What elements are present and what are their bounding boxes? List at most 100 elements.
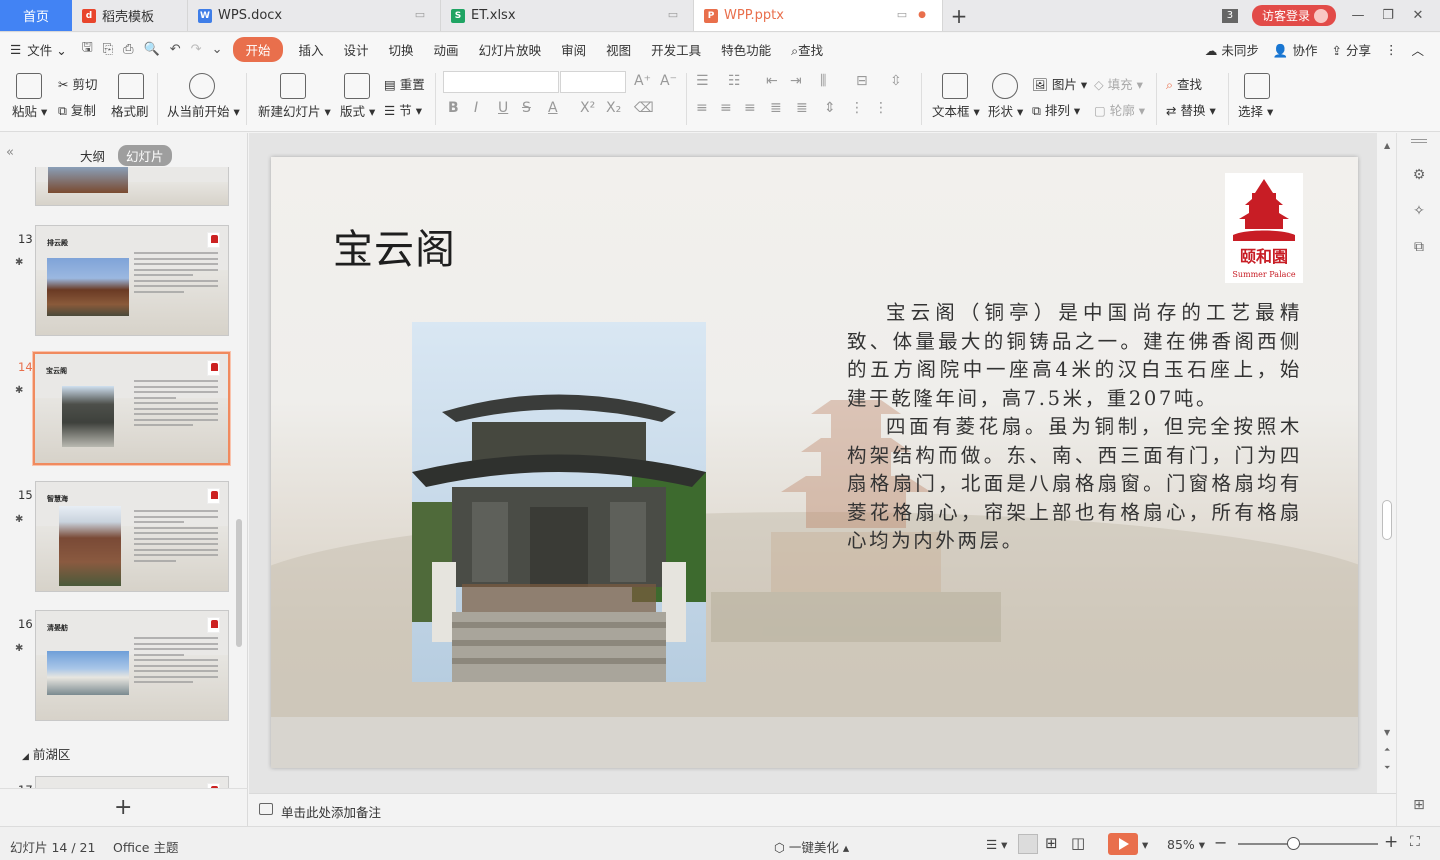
zoom-in-icon[interactable]: + (1384, 832, 1398, 852)
reading-view-icon[interactable]: ◫ (1071, 834, 1085, 852)
slide-thumbnail-selected[interactable]: 宝云阁 (33, 352, 230, 465)
outline-button[interactable]: ▢ 轮廓 ▾ (1094, 100, 1145, 119)
search-command[interactable]: ⌕查找 (781, 40, 833, 59)
select-icon[interactable] (1244, 73, 1270, 99)
format-painter-button[interactable]: 格式刷 (111, 101, 149, 120)
collab-button[interactable]: 👤 协作 (1273, 40, 1318, 59)
tab-design[interactable]: 设计 (334, 40, 379, 59)
slide-thumbnail[interactable]: 智慧海 (35, 481, 229, 592)
para-settings-icon[interactable]: ⋮ (874, 100, 888, 116)
line-spacing-icon[interactable]: ⇳ (890, 73, 902, 89)
increase-font-icon[interactable]: A⁺ (634, 73, 651, 89)
float-window-icon[interactable]: ▭ (667, 9, 679, 21)
print-icon[interactable]: ⎙ (118, 42, 138, 57)
slide[interactable]: 宝云阁 颐和園 Summer Palace 宝云阁（铜亭）是中国尚存的工艺最精致… (271, 157, 1358, 768)
window-count-badge[interactable]: 3 (1221, 8, 1238, 23)
zoom-level[interactable]: 85% ▾ (1167, 837, 1205, 852)
slide-thumbnail[interactable]: 排云殿 (35, 225, 229, 336)
share-button[interactable]: ⇪ 分享 (1332, 40, 1371, 59)
scroll-up-icon[interactable]: ▲ (1384, 141, 1390, 150)
tab-features[interactable]: 特色功能 (711, 40, 781, 59)
notes-toggle-icon[interactable]: ☰ ▾ (986, 837, 1007, 852)
file-menu[interactable]: 文件 ⌄ (23, 40, 76, 59)
font-size-select[interactable] (560, 71, 626, 93)
slide-body-text[interactable]: 宝云阁（铜亭）是中国尚存的工艺最精致、体量最大的铜铸品之一。建在佛香阁西侧的五方… (847, 299, 1302, 556)
tab-outline[interactable]: 大纲 (72, 145, 113, 166)
play-from-current-icon[interactable] (189, 73, 215, 99)
redo-icon[interactable]: ↷ (186, 42, 207, 57)
tab-start[interactable]: 开始 (233, 36, 283, 62)
shape-button[interactable]: 形状 ▾ (988, 101, 1023, 120)
star-icon[interactable]: ✧ (1411, 203, 1427, 219)
tab-view[interactable]: 视图 (596, 40, 641, 59)
new-slide-icon[interactable] (280, 73, 306, 99)
underline-icon[interactable]: U (498, 100, 508, 116)
tab-wpp-pptx[interactable]: P WPP.pptx ▭ ● (694, 0, 943, 31)
layout-icon[interactable] (344, 73, 370, 99)
para-spacing-icon[interactable]: ⇕ (824, 100, 836, 116)
zoom-out-icon[interactable]: − (1214, 833, 1227, 852)
slide-thumbnail[interactable]: 清晏舫 (35, 610, 229, 721)
section-button[interactable]: ☰ 节 ▾ (384, 100, 422, 119)
strikethrough-icon[interactable]: S (522, 100, 531, 116)
theme-name[interactable]: Office 主题 (113, 837, 178, 856)
notes-pane[interactable]: 单击此处添加备注 (249, 793, 1396, 826)
add-slide-button[interactable]: + (114, 795, 132, 820)
subscript-icon[interactable]: X₂ (606, 100, 621, 116)
tab-wps-docx[interactable]: W WPS.docx ▭ (188, 0, 441, 31)
textbox-icon[interactable] (942, 73, 968, 99)
font-family-select[interactable] (443, 71, 559, 93)
bullet-list-icon[interactable]: ☰ (696, 73, 709, 89)
notes-placeholder[interactable]: 单击此处添加备注 (281, 802, 381, 821)
export-pdf-icon[interactable]: ⎘ (98, 42, 118, 57)
sync-status[interactable]: ☁ 未同步 (1205, 40, 1259, 59)
undo-icon[interactable]: ↶ (165, 42, 186, 57)
zoom-slider-knob[interactable] (1287, 837, 1300, 850)
columns-icon[interactable]: ⋮ (850, 100, 864, 116)
indent-icon[interactable]: ⇥ (790, 73, 802, 89)
grid-icon[interactable]: ⊞ (1411, 797, 1427, 813)
collapse-ribbon-icon[interactable]: ︿ (1411, 40, 1424, 59)
new-tab-button[interactable]: + (943, 0, 975, 31)
clear-format-icon[interactable]: ⌫ (634, 100, 654, 116)
format-painter-icon[interactable] (118, 73, 144, 99)
print-preview-icon[interactable]: 🔍 (139, 42, 165, 57)
next-slide-icon[interactable]: ⏷ (1384, 763, 1390, 773)
minimize-icon[interactable]: — (1350, 8, 1366, 23)
tab-slideshow[interactable]: 幻灯片放映 (469, 40, 552, 59)
textbox-button[interactable]: 文本框 ▾ (932, 101, 980, 120)
tab-review[interactable]: 审阅 (551, 40, 596, 59)
login-button[interactable]: 访客登录 (1251, 5, 1336, 26)
fill-button[interactable]: ◇ 填充 ▾ (1094, 74, 1143, 93)
section-header[interactable]: ◢ 前湖区 (22, 744, 70, 763)
restore-icon[interactable]: ❐ (1380, 8, 1396, 23)
cut-button[interactable]: ✂ 剪切 (58, 74, 97, 93)
text-direction-icon[interactable]: ⫼ (820, 73, 826, 89)
font-color-icon[interactable]: A (548, 100, 558, 116)
drag-handle-icon[interactable] (1411, 139, 1427, 143)
paste-button[interactable]: 粘贴 ▾ (12, 101, 47, 120)
more-icon[interactable]: ⋮ (1385, 42, 1398, 57)
tab-animation[interactable]: 动画 (424, 40, 469, 59)
sorter-view-icon[interactable]: ⊞ (1045, 834, 1058, 852)
play-options-icon[interactable]: ▾ (1142, 837, 1148, 852)
copy-button[interactable]: ⧉ 复制 (58, 100, 96, 119)
tab-developer[interactable]: 开发工具 (641, 40, 711, 59)
play-slideshow-button[interactable] (1108, 833, 1138, 855)
superscript-icon[interactable]: X² (580, 100, 595, 116)
layout-button[interactable]: 版式 ▾ (340, 101, 375, 120)
new-slide-button[interactable]: 新建幻灯片 ▾ (258, 101, 331, 120)
play-from-current-button[interactable]: 从当前开始 ▾ (167, 101, 240, 120)
canvas-scrollbar[interactable] (1382, 500, 1392, 540)
hamburger-icon[interactable]: ☰ (0, 42, 23, 57)
align-right-icon[interactable]: ≡ (744, 100, 756, 116)
numbered-list-icon[interactable]: ☷ (728, 73, 741, 89)
bronze-pavilion-photo[interactable] (412, 322, 706, 682)
picture-button[interactable]: 🖼 图片 ▾ (1032, 74, 1087, 93)
slide-thumbnail[interactable] (35, 776, 229, 788)
tab-transition[interactable]: 切换 (379, 40, 424, 59)
justify-icon[interactable]: ≣ (770, 100, 782, 116)
quick-access-more-icon[interactable]: ⌄ (207, 42, 228, 57)
float-window-icon[interactable]: ▭ (896, 9, 908, 21)
scroll-down-icon[interactable]: ▼ (1384, 728, 1390, 737)
